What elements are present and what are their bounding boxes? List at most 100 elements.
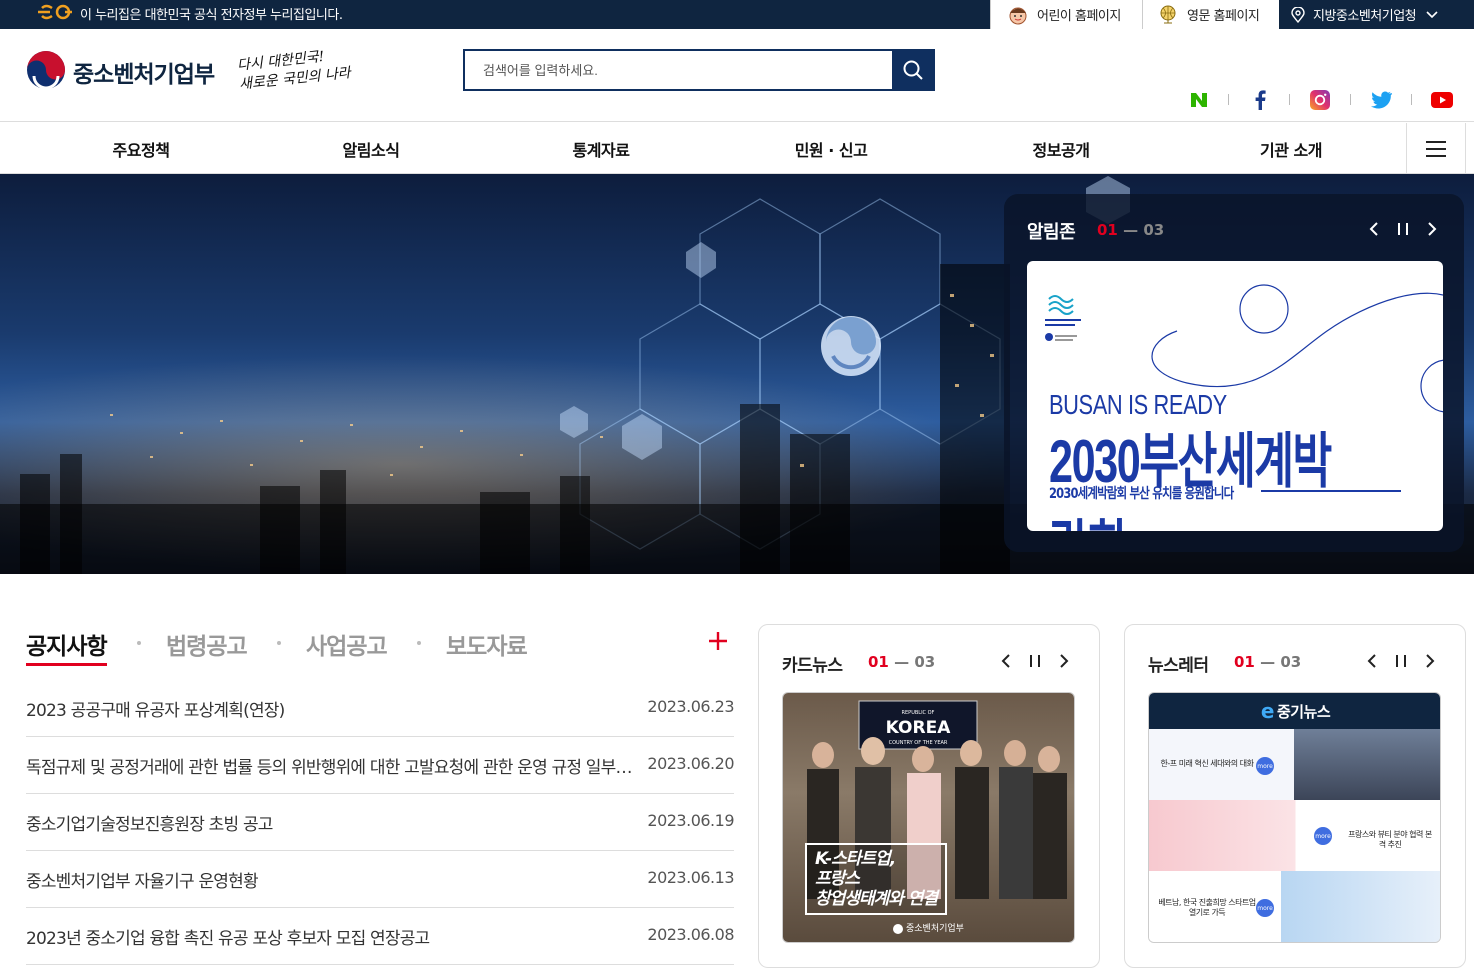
card-news-total: 03 [914,653,936,671]
story-3-text: 베트남, 한국 진출희망 스타트업 열기로 가득 [1158,898,1256,917]
more-plus-icon[interactable] [707,630,729,652]
pause-icon [1398,223,1408,235]
card-news-title: 카드뉴스 [782,656,843,676]
card-news-prev-button[interactable] [998,652,1014,670]
twitter-link[interactable] [1369,89,1393,111]
newsletter-next-button[interactable] [1422,652,1438,670]
caption-line-2: 프랑스 [815,869,860,889]
site-header: 중소벤처기업부 다시 대한민국! 새로운 국민의 나라 [0,29,1474,122]
chevron-right-icon [1060,654,1069,668]
facebook-link[interactable] [1248,89,1272,111]
nav-info-disclosure[interactable]: 정보공개 [981,137,1141,161]
sign-line-1: REPUBLIC OF [902,710,935,716]
newsletter-story-1: 한-프 미래 혁신 세대와의 대화 [1149,729,1440,800]
chevron-left-icon [1001,654,1010,668]
notice-title[interactable]: 독점규제 및 공정거래에 관한 법률 등의 위반행위에 대한 고발요청에 관한 … [26,753,638,778]
youtube-icon [1431,92,1453,108]
nav-news[interactable]: 알림소식 [291,137,451,161]
newsletter-current: 01 [1234,653,1255,671]
alarm-zone-separator: — [1123,221,1139,239]
more-badge: more [1256,899,1274,917]
card-news-panel: 카드뉴스 01 — 03 REPUBLIC OF KOREA COUNTRY O… [758,624,1100,968]
chevron-right-icon [1426,654,1435,668]
alarm-zone-current: 01 [1097,221,1118,239]
notice-title[interactable]: 중소기업기술정보진흥원장 초빙 공고 [26,810,638,835]
regional-office-dropdown[interactable]: 지방중소벤처기업청 [1279,0,1474,29]
list-item[interactable]: 중소벤처기업부 자율기구 운영현황 2023.06.13 [26,851,734,908]
gov-notice-text: 이 누리집은 대한민국 공식 전자정부 누리집입니다. [80,8,343,23]
alarm-pause-button[interactable] [1394,219,1412,239]
card-news-thumbnail[interactable]: REPUBLIC OF KOREA COUNTRY OF THE YEAR K-… [782,692,1075,943]
newsletter-pause-button[interactable] [1393,652,1409,670]
newsletter-title: 뉴스레터 [1148,656,1209,676]
newsletter-thumbnail[interactable]: e 중기뉴스 한-프 미래 혁신 세대와의 대화 프랑스와 뷰티 분야 협력 본… [1148,692,1441,943]
story-2-text: 프랑스와 뷰티 분야 협력 본격 추진 [1348,830,1432,849]
main-navigation: 주요정책 알림소식 통계자료 민원 · 신고 정보공개 기관 소개 [0,123,1474,174]
alarm-zone-total: 03 [1143,221,1165,239]
notice-date: 2023.06.20 [647,754,734,773]
list-item[interactable]: 중소기업기술정보진흥원장 초빙 공고 2023.06.19 [26,794,734,851]
pause-icon [1396,655,1406,667]
expo-banner[interactable]: BUSAN IS READY 2030부산세계박람회 2030세계박람회 부산 … [1027,261,1443,531]
youtube-link[interactable] [1430,89,1454,111]
notice-title[interactable]: 중소벤처기업부 자율기구 운영현황 [26,867,638,892]
list-item[interactable]: 2023년 중소기업 융합 촉진 유공 포상 후보자 모집 연장공고 2023.… [26,908,734,965]
e-logo-icon: e [1260,699,1275,723]
e-government-icon [38,4,72,20]
pause-icon [1030,655,1040,667]
list-item[interactable]: 2023 공공구매 유공자 포상계획(연장) 2023.06.23 [26,680,734,737]
sign-line-2: KOREA [886,718,952,738]
card-news-brand: 중소벤처기업부 [893,921,964,934]
alarm-next-button[interactable] [1423,219,1441,239]
newsletter-separator: — [1260,653,1276,671]
hamburger-menu-icon [1426,140,1446,157]
search-button[interactable] [892,51,933,89]
nav-civil-report[interactable]: 민원 · 신고 [751,137,911,161]
english-homepage-link[interactable]: 영문 홈페이지 [1142,0,1279,29]
naver-blog-icon [1191,93,1207,107]
newsletter-counter: 01 — 03 [1234,653,1301,671]
newsletter-panel: 뉴스레터 01 — 03 e 중기뉴스 한-프 미래 혁신 세대와의 대화 프랑… [1124,624,1466,968]
newsletter-story-2: 프랑스와 뷰티 분야 협력 본격 추진 [1149,800,1440,871]
card-news-separator: — [894,653,910,671]
more-badge: more [1314,827,1332,845]
tab-business-announcement[interactable]: 사업공고 [306,627,388,661]
caption-line-3: 창업생태계와 연결 [815,889,938,909]
tab-notice[interactable]: 공지사항 [26,627,108,666]
card-news-brand-text: 중소벤처기업부 [906,924,964,934]
nav-statistics[interactable]: 통계자료 [521,137,681,161]
notice-title[interactable]: 2023 공공구매 유공자 포상계획(연장) [26,696,638,721]
tab-law-announcement[interactable]: 법령공고 [166,627,248,661]
search-input[interactable] [465,51,893,89]
alarm-zone: 알림존 01 — 03 BUSAN IS READY 2030부산세계박 203… [1004,194,1464,552]
chevron-down-icon [1426,10,1438,18]
notice-list: 2023 공공구매 유공자 포상계획(연장) 2023.06.23 독점규제 및… [26,680,734,965]
regional-office-label: 지방중소벤처기업청 [1313,9,1417,24]
card-news-next-button[interactable] [1056,652,1072,670]
nav-main-policy[interactable]: 주요정책 [61,137,221,161]
hero-visual: 알림존 01 — 03 BUSAN IS READY 2030부산세계박 203… [0,174,1474,574]
ministry-logo-text[interactable]: 중소벤처기업부 [73,55,215,89]
notice-title[interactable]: 2023년 중소기업 융합 촉진 유공 포상 후보자 모집 연장공고 [26,924,638,949]
naver-blog-link[interactable] [1187,89,1211,111]
kid-homepage-link[interactable]: 어린이 홈페이지 [990,0,1142,29]
tab-press-release[interactable]: 보도자료 [446,627,528,661]
expo-subtitle: 2030세계박람회 부산 유치를 응원합니다 [1049,486,1234,502]
newsletter-prev-button[interactable] [1364,652,1380,670]
chevron-right-icon [1428,222,1437,236]
list-item[interactable]: 독점규제 및 공정거래에 관한 법률 등의 위반행위에 대한 고발요청에 관한 … [26,737,734,794]
alarm-prev-button[interactable] [1365,219,1383,239]
all-menu-button[interactable] [1406,123,1466,174]
taegeuk-logo-icon[interactable] [26,50,66,90]
card-news-pause-button[interactable] [1027,652,1043,670]
nav-about[interactable]: 기관 소개 [1211,137,1371,161]
newsletter-head-text: 중기뉴스 [1276,702,1331,721]
instagram-link[interactable] [1308,89,1332,111]
location-pin-icon [1291,6,1305,23]
sign-line-3: COUNTRY OF THE YEAR [889,740,948,746]
alarm-zone-title: 알림존 [1027,222,1076,243]
kid-homepage-label: 어린이 홈페이지 [1037,9,1121,24]
slogan-calligraphy: 다시 대한민국! 새로운 국민의 나라 [236,45,351,94]
search-box [463,49,935,91]
notice-date: 2023.06.19 [647,811,734,830]
